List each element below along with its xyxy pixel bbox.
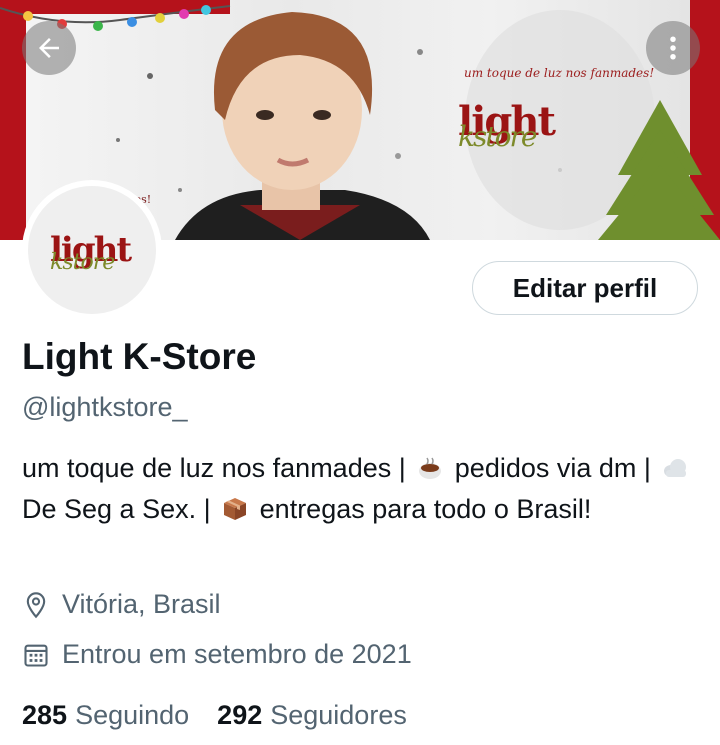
- profile-handle: @lightkstore_: [22, 392, 188, 422]
- following-count: 285: [22, 700, 68, 730]
- followers-link[interactable]: 292 Seguidores: [217, 700, 407, 731]
- location-text: Vitória, Brasil: [62, 589, 221, 619]
- more-options-button[interactable]: [646, 21, 700, 75]
- back-button[interactable]: [22, 21, 76, 75]
- avatar-image: light kstore: [28, 186, 156, 314]
- more-vertical-icon: [670, 36, 676, 60]
- bio-part-4: entregas para todo o Brasil!: [259, 493, 592, 524]
- following-link[interactable]: 285 Seguindo: [22, 700, 189, 731]
- calendar-icon: [24, 644, 48, 667]
- banner-tagline: um toque de luz nos fanmades!: [464, 66, 655, 80]
- following-label: Seguindo: [75, 700, 190, 730]
- bio-part-2: pedidos via dm |: [454, 453, 651, 483]
- bio-part-1: um toque de luz nos fanmades |: [22, 453, 406, 483]
- profile-avatar[interactable]: light kstore: [22, 180, 162, 320]
- profile-name: Light K-Store: [22, 336, 257, 377]
- edit-profile-button[interactable]: Editar perfil: [472, 261, 698, 315]
- profile-bio: um toque de luz nos fanmades | pedidos v…: [22, 448, 702, 529]
- followers-label: Seguidores: [270, 700, 407, 730]
- banner-logo: light kstore: [458, 98, 556, 153]
- followers-count: 292: [217, 700, 263, 730]
- banner-logo-word2: kstore: [458, 120, 537, 153]
- join-date-text: Entrou em setembro de 2021: [62, 639, 412, 669]
- arrow-left-icon: [39, 38, 59, 58]
- bio-part-3: De Seg a Sex. |: [22, 493, 211, 524]
- profile-location: Vitória, Brasil: [22, 589, 221, 620]
- avatar-logo: light kstore: [50, 230, 132, 275]
- location-pin-icon: [26, 591, 46, 618]
- package-icon: [224, 497, 247, 520]
- coffee-icon: [419, 457, 442, 479]
- profile-stats: 285 Seguindo 292 Seguidores: [22, 700, 435, 731]
- avatar-logo-word2: kstore: [50, 250, 115, 275]
- cloud-icon: [664, 459, 687, 477]
- profile-join-date: Entrou em setembro de 2021: [22, 639, 412, 670]
